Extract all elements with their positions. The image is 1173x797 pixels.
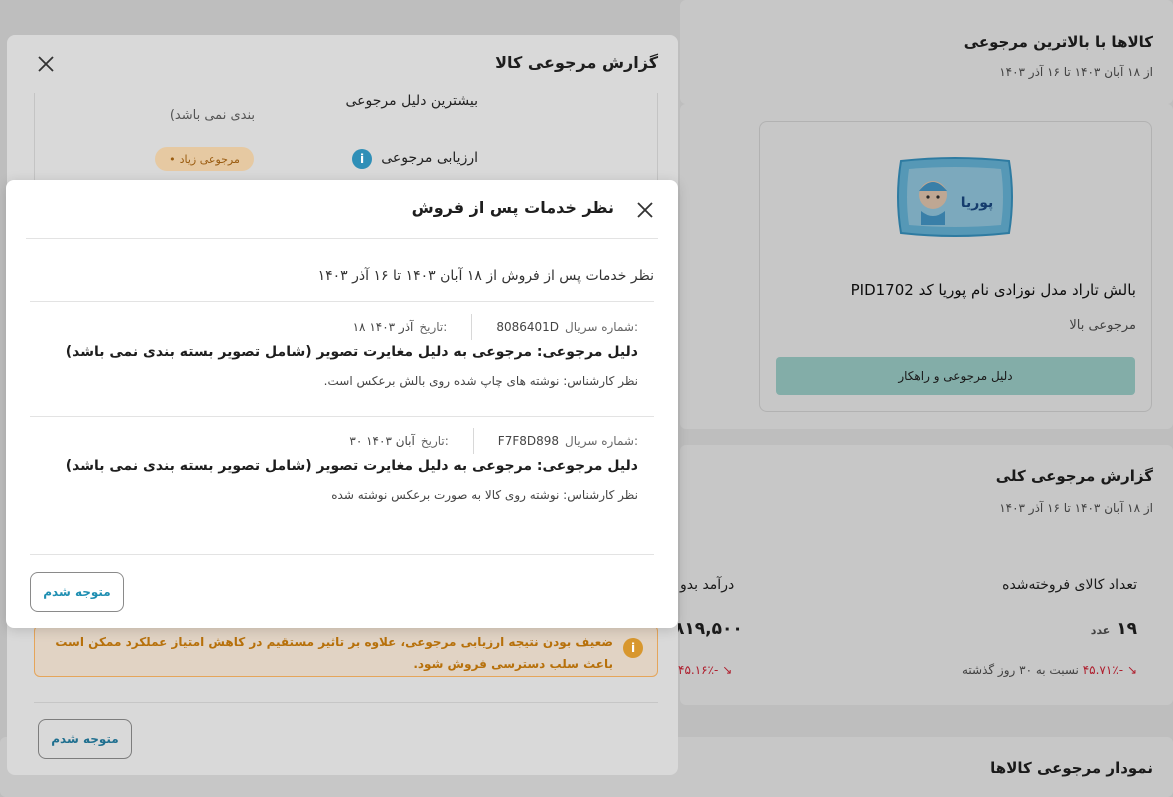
divider (26, 238, 658, 239)
date-label: تاریخ: (419, 320, 448, 334)
serial-value: 8086401D (496, 320, 560, 334)
dot-icon: • (169, 152, 176, 166)
close-icon[interactable] (634, 199, 656, 221)
warning-text: ضعیف بودن نتیجه ارزیابی مرجوعی، علاوه بر… (55, 635, 613, 671)
date-value: ۱۸ آذر ۱۴۰۳ (352, 320, 414, 334)
serial-group: شماره سریال: F7F8D898 (498, 434, 638, 448)
date-label: تاریخ: (420, 434, 449, 448)
assessment-label: ارزیابی مرجوعی (381, 150, 478, 166)
serial-group: شماره سریال: 8086401D (496, 320, 638, 334)
divider (30, 554, 654, 555)
return-reason: دلیل مرجوعی: مرجوعی به دلیل مغایرت تصویر… (65, 344, 638, 360)
divider (34, 702, 658, 703)
after-sales-ok-button[interactable]: متوجه شدم (30, 572, 124, 612)
info-icon[interactable]: i (352, 149, 372, 169)
serial-label: شماره سریال: (565, 434, 638, 448)
date-group: تاریخ: ۱۸ آذر ۱۴۰۳ (353, 320, 448, 334)
entry-meta: شماره سریال: 8086401D تاریخ: ۱۸ آذر ۱۴۰۳ (353, 314, 638, 340)
date-group: تاریخ: ۳۰ آبان ۱۴۰۳ (349, 434, 448, 448)
close-icon[interactable] (35, 53, 57, 75)
warning-icon: i (623, 638, 643, 658)
list-item: شماره سریال: F7F8D898 تاریخ: ۳۰ آبان ۱۴۰… (30, 416, 654, 530)
return-reason: دلیل مرجوعی: مرجوعی به دلیل مغایرت تصویر… (65, 458, 638, 474)
top-reason-label: بیشترین دلیل مرجوعی (345, 93, 478, 109)
expert-note: نظر کارشناس: نوشته روی کالا به صورت برعک… (331, 488, 638, 502)
after-sales-modal: نظر خدمات پس از فروش نظر خدمات پس از فرو… (6, 180, 678, 628)
warning-box: i ضعیف بودن نتیجه ارزیابی مرجوعی، علاوه … (34, 625, 658, 677)
serial-label: شماره سریال: (565, 320, 638, 334)
after-sales-subtitle: نظر خدمات پس از فروش از ۱۸ آبان ۱۴۰۳ تا … (317, 268, 654, 284)
entry-meta: شماره سریال: F7F8D898 تاریخ: ۳۰ آبان ۱۴۰… (349, 428, 638, 454)
meta-separator (472, 428, 474, 454)
date-value: ۳۰ آبان ۱۴۰۳ (349, 434, 415, 448)
top-reason-value: بندی نمی باشد) (169, 108, 255, 123)
assessment-chip: • مرجوعی زیاد (155, 147, 254, 171)
assessment-chip-label: مرجوعی زیاد (179, 152, 240, 166)
list-item: شماره سریال: 8086401D تاریخ: ۱۸ آذر ۱۴۰۳… (30, 302, 654, 416)
report-ok-button[interactable]: متوجه شدم (38, 719, 132, 759)
serial-value: F7F8D898 (497, 434, 560, 448)
return-report-title: گزارش مرجوعی کالا (495, 53, 658, 72)
after-sales-title: نظر خدمات پس از فروش (411, 198, 614, 217)
expert-note: نظر کارشناس: نوشته های چاپ شده روی بالش … (323, 374, 638, 388)
meta-separator (471, 314, 473, 340)
